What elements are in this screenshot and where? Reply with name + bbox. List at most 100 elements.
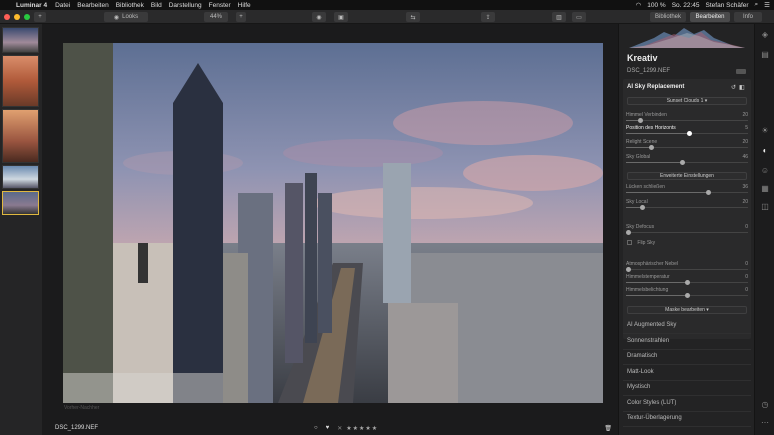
slider-value: 0 (745, 287, 748, 293)
filter-item[interactable]: Matt-Look (627, 369, 749, 375)
thumbnail-3[interactable] (2, 109, 39, 163)
panel-filename: DSC_1299.NEF (627, 68, 671, 74)
more-icon[interactable]: ⋯ (760, 418, 770, 428)
clock[interactable]: So. 22:45 (672, 2, 700, 9)
filter-item[interactable]: Sonnenstrahlen (627, 338, 749, 344)
wifi-icon[interactable]: ◠ (636, 1, 642, 9)
menu-hilfe[interactable]: Hilfe (238, 2, 251, 9)
filter-item[interactable]: Color Styles (LUT) (627, 400, 749, 406)
menu-darstellung[interactable]: Darstellung (169, 2, 202, 9)
filter-divider (623, 410, 751, 412)
filter-divider (623, 348, 751, 350)
tab-bearbeiten[interactable]: Bearbeiten (690, 12, 730, 22)
slider-knob[interactable] (626, 267, 631, 272)
slider-value: 20 (742, 112, 748, 118)
portrait-face-icon[interactable]: ☺ (760, 166, 770, 176)
flip-sky-checkbox[interactable]: Flip Sky (627, 240, 655, 246)
thumbnail-1[interactable] (2, 27, 39, 53)
zoom-select[interactable]: 44% (204, 12, 228, 22)
close-window-button[interactable] (4, 13, 10, 20)
slider-knob[interactable] (684, 280, 690, 285)
app-menu[interactable]: Luminar 4 (16, 2, 47, 9)
favorite-heart-icon[interactable]: ♥ (326, 425, 330, 431)
module-title[interactable]: AI Sky Replacement (627, 84, 684, 90)
sky-select-dropdown[interactable]: Sunset Clouds 1 ▾ (627, 97, 747, 105)
menu-bild[interactable]: Bild (151, 2, 162, 9)
slider-fill (626, 192, 709, 193)
looks-icon: ◉ (113, 14, 120, 21)
filter-item[interactable]: Mystisch (627, 384, 749, 390)
history-button[interactable]: ⇆ (406, 12, 420, 22)
slider-knob[interactable] (637, 118, 643, 123)
tab-bibliothek[interactable]: Bibliothek (650, 12, 686, 22)
photo-canvas[interactable] (63, 43, 603, 403)
slider-knob[interactable] (705, 190, 711, 195)
creative-palette-icon[interactable]: ◐ (760, 146, 770, 156)
flag-icon[interactable]: ○ (314, 425, 318, 431)
panel-toggle-button[interactable]: ▥ (552, 12, 566, 22)
fullscreen-button[interactable]: ▭ (572, 12, 586, 22)
thumbnail-4[interactable] (2, 165, 39, 189)
battery-label: 100 % (647, 1, 666, 9)
slider-track[interactable] (626, 267, 748, 272)
filter-divider (623, 379, 751, 381)
slider-track[interactable] (626, 190, 748, 195)
pro-icon[interactable]: ▦ (760, 184, 770, 194)
slider-fill (626, 207, 641, 208)
history-clock-icon[interactable]: ◷ (760, 400, 770, 410)
slider-track[interactable] (626, 131, 748, 136)
minimize-window-button[interactable] (14, 13, 20, 20)
photo-image (63, 43, 603, 403)
slider-track[interactable] (626, 205, 748, 210)
slider-knob[interactable] (684, 293, 690, 298)
filter-item[interactable]: AI Augmented Sky (627, 322, 749, 328)
essentials-sun-icon[interactable]: ☀ (760, 126, 770, 136)
mask-edit-button[interactable]: Maske bearbeiten ▾ (627, 306, 747, 314)
slider-knob[interactable] (686, 131, 692, 136)
filter-item[interactable]: Textur-Überlagerung (627, 415, 749, 421)
maximize-window-button[interactable] (24, 13, 30, 20)
filter-item[interactable]: Dramatisch (627, 353, 749, 359)
menu-datei[interactable]: Datei (55, 2, 70, 9)
share-button[interactable]: ⇪ (481, 12, 495, 22)
slider-knob[interactable] (640, 205, 646, 210)
advanced-settings-button[interactable]: Erweiterte Einstellungen (627, 172, 747, 180)
tab-info[interactable]: Info (734, 12, 762, 22)
star-rating[interactable]: ★★★★★ (346, 425, 378, 432)
slider-label: Relight Scene (626, 139, 658, 145)
add-button[interactable]: + (34, 12, 46, 22)
layers-icon[interactable]: ◈ (760, 30, 770, 40)
looks-button[interactable]: ◉ Looks (104, 12, 148, 22)
slider-value: 36 (742, 184, 748, 190)
slider-knob[interactable] (626, 230, 631, 235)
reject-icon[interactable]: ✕ (337, 425, 342, 432)
user-name[interactable]: Stefan Schäfer (706, 2, 749, 9)
slider-label: Sky Global (626, 154, 651, 160)
filter-divider (623, 395, 751, 396)
slider-track[interactable] (626, 293, 748, 298)
slider-fill (626, 282, 687, 283)
trash-icon[interactable]: 🗑 (604, 425, 612, 432)
bag-icon[interactable]: ◫ (760, 202, 770, 212)
search-icon[interactable]: ⌕ (755, 1, 759, 9)
preview-eye-button[interactable]: ◉ (312, 12, 326, 22)
reset-icon[interactable]: ↺ (731, 84, 736, 91)
menu-fenster[interactable]: Fenster (209, 2, 231, 9)
slider-label: Sky Defocus (626, 224, 655, 230)
menu-list-icon[interactable]: ☰ (764, 1, 770, 9)
slider-track[interactable] (626, 145, 748, 150)
slider-track[interactable] (626, 280, 748, 285)
menu-bibliothek[interactable]: Bibliothek (116, 2, 144, 9)
thumbnail-2[interactable] (2, 55, 39, 107)
slider-track[interactable] (626, 118, 748, 123)
thumbnail-5-selected[interactable] (2, 191, 39, 215)
slider-track[interactable] (626, 230, 748, 235)
slider-track[interactable] (626, 160, 748, 165)
zoom-plus-button[interactable]: + (236, 12, 246, 22)
menu-bearbeiten[interactable]: Bearbeiten (77, 2, 108, 9)
canvas-tools-icon[interactable]: ▤ (760, 50, 770, 60)
slider-knob[interactable] (679, 160, 685, 165)
module-toggle-icon[interactable]: ◧ (739, 84, 745, 91)
bottom-bar: DSC_1299.NEF ○ ♥ ✕ ★★★★★ 🗑 (42, 421, 618, 435)
compare-button[interactable]: ▣ (334, 12, 348, 22)
